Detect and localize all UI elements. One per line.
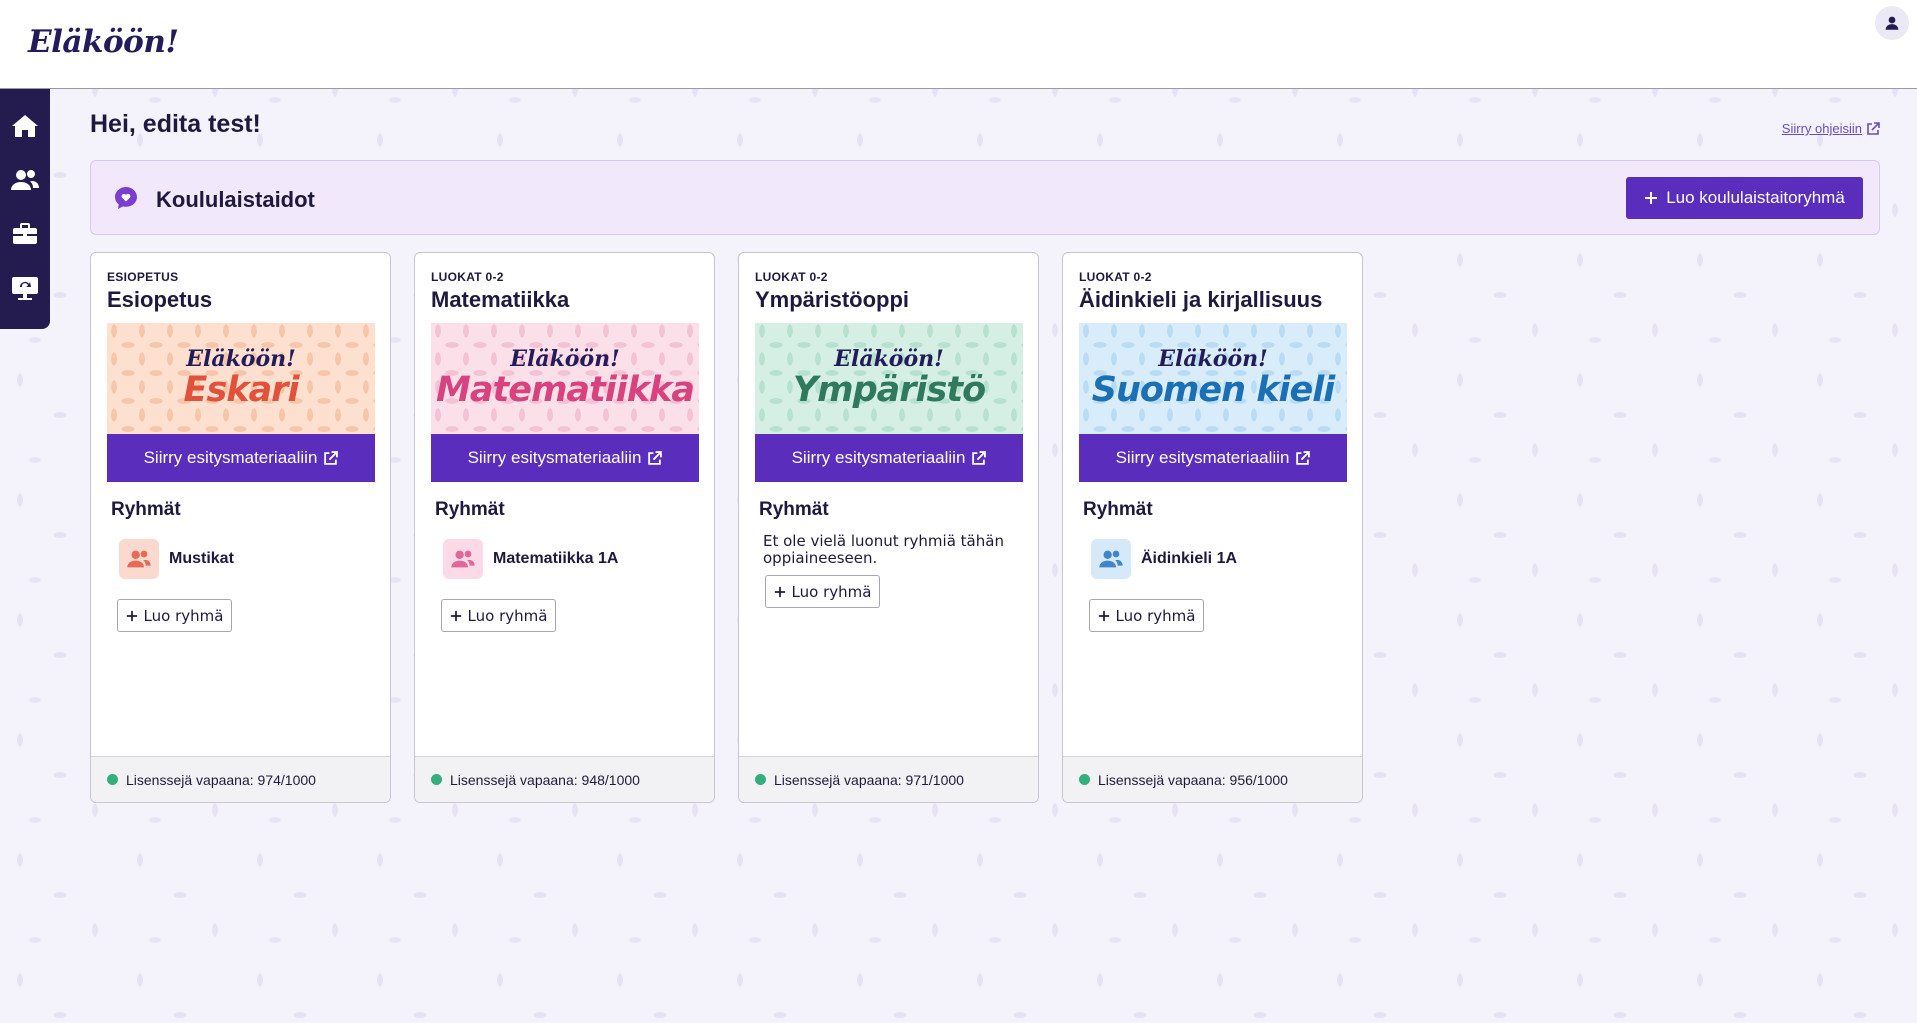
home-icon [12, 115, 38, 137]
cover-brand: Eläköön! [1158, 346, 1268, 373]
group-icon [443, 539, 483, 579]
groups-heading: Ryhmät [435, 499, 505, 520]
subject-cover-image: Eläköön! Ympäristö [755, 323, 1023, 434]
help-link-label: Siirry ohjeisiin [1781, 121, 1862, 136]
external-link-icon [324, 450, 339, 465]
open-presentation-material-label: Siirry esitysmateriaaliin [791, 448, 966, 467]
license-footer: Lisenssejä vapaana: 956/1000 [1063, 756, 1362, 802]
group-list-item[interactable]: Matematiikka 1A [443, 539, 618, 579]
license-footer: Lisenssejä vapaana: 974/1000 [91, 756, 390, 802]
license-count: Lisenssejä vapaana: 948/1000 [450, 771, 640, 788]
sidebar-nav [0, 89, 50, 329]
cover-brand: Eläköön! [834, 346, 944, 373]
external-link-icon [648, 450, 663, 465]
create-group-label: Luo ryhmä [467, 606, 548, 625]
cover-subject: Eskari [183, 370, 300, 411]
school-skills-banner: Koululaistaidot Luo koululaistaitoryhmä [90, 160, 1880, 235]
plus-icon [1645, 192, 1658, 204]
card-grade: ESIOPETUS [107, 270, 179, 284]
group-list-item[interactable]: Mustikat [119, 539, 234, 579]
plus-icon [1098, 610, 1109, 621]
external-link-icon [1296, 450, 1311, 465]
no-groups-message: Et ole vielä luonut ryhmiä tähän oppiain… [763, 532, 1004, 567]
plus-icon [450, 610, 461, 621]
license-status-dot [107, 774, 118, 785]
users-icon [11, 170, 39, 190]
license-status-dot [431, 774, 442, 785]
groups-heading: Ryhmät [1083, 499, 1153, 520]
card-grade: LUOKAT 0-2 [1079, 270, 1152, 284]
user-icon [1885, 16, 1899, 30]
sidebar-item-home[interactable] [0, 99, 50, 153]
license-count: Lisenssejä vapaana: 971/1000 [774, 771, 964, 788]
subject-card: LUOKAT 0-2 Äidinkieli ja kirjallisuus El… [1062, 252, 1363, 803]
subject-cover-image: Eläköön! Eskari [107, 323, 375, 434]
subject-card: LUOKAT 0-2 Ympäristöoppi Eläköön! Ympäri… [738, 252, 1039, 803]
create-group-button[interactable]: Luo ryhmä [117, 599, 232, 632]
external-link-icon [1867, 121, 1880, 135]
sidebar-item-groups[interactable] [0, 153, 50, 207]
page-greeting: Hei, edita test! [90, 110, 261, 138]
create-group-button[interactable]: Luo ryhmä [1089, 599, 1204, 632]
license-status-dot [1079, 774, 1090, 785]
create-school-skills-group-button[interactable]: Luo koululaistaitoryhmä [1626, 177, 1863, 219]
license-count: Lisenssejä vapaana: 956/1000 [1098, 771, 1288, 788]
plus-icon [126, 610, 137, 621]
cover-brand: Eläköön! [186, 346, 296, 373]
cover-subject: Ympäristö [792, 370, 986, 411]
sidebar-item-materials[interactable] [0, 207, 50, 261]
subject-cover-image: Eläköön! Matematiikka [431, 323, 699, 434]
cover-subject: Matematiikka [436, 370, 695, 411]
create-school-skills-group-label: Luo koululaistaitoryhmä [1666, 188, 1845, 207]
group-name: Mustikat [169, 550, 234, 567]
create-group-button[interactable]: Luo ryhmä [441, 599, 556, 632]
create-group-button[interactable]: Luo ryhmä [765, 575, 880, 608]
group-icon [1091, 539, 1131, 579]
license-footer: Lisenssejä vapaana: 971/1000 [739, 756, 1038, 802]
license-status-dot [755, 774, 766, 785]
sidebar-item-presentation[interactable] [0, 261, 50, 315]
open-presentation-material-button[interactable]: Siirry esitysmateriaaliin [755, 434, 1023, 482]
external-link-icon [972, 450, 987, 465]
subject-card: LUOKAT 0-2 Matematiikka Eläköön! Matemat… [414, 252, 715, 803]
subject-card: ESIOPETUS Esiopetus Eläköön! Eskari Siir… [90, 252, 391, 803]
card-title: Esiopetus [107, 287, 213, 312]
subject-cover-image: Eläköön! Suomen kieli [1079, 323, 1347, 434]
open-presentation-material-label: Siirry esitysmateriaaliin [1115, 448, 1290, 467]
open-presentation-material-label: Siirry esitysmateriaaliin [143, 448, 318, 467]
cover-brand: Eläköön! [510, 346, 620, 373]
create-group-label: Luo ryhmä [1115, 606, 1196, 625]
license-footer: Lisenssejä vapaana: 948/1000 [415, 756, 714, 802]
card-grade: LUOKAT 0-2 [755, 270, 828, 284]
cover-subject: Suomen kieli [1091, 370, 1335, 411]
groups-heading: Ryhmät [759, 499, 829, 520]
card-grade: LUOKAT 0-2 [431, 270, 504, 284]
open-presentation-material-label: Siirry esitysmateriaaliin [467, 448, 642, 467]
group-list-item[interactable]: Äidinkieli 1A [1091, 539, 1237, 579]
group-name: Äidinkieli 1A [1141, 550, 1238, 567]
open-presentation-material-button[interactable]: Siirry esitysmateriaaliin [1079, 434, 1347, 482]
help-link[interactable]: Siirry ohjeisiin [1782, 121, 1880, 136]
license-count: Lisenssejä vapaana: 974/1000 [126, 771, 316, 788]
open-presentation-material-button[interactable]: Siirry esitysmateriaaliin [431, 434, 699, 482]
groups-heading: Ryhmät [111, 499, 181, 520]
group-name: Matematiikka 1A [493, 550, 619, 567]
card-title: Matematiikka [431, 287, 570, 312]
card-title: Äidinkieli ja kirjallisuus [1079, 287, 1323, 312]
top-bar: Eläköön! [0, 0, 1917, 89]
open-presentation-material-button[interactable]: Siirry esitysmateriaaliin [107, 434, 375, 482]
create-group-label: Luo ryhmä [791, 582, 872, 601]
plus-icon [774, 586, 785, 597]
presentation-icon [12, 277, 38, 300]
chat-heart-icon [113, 185, 139, 216]
user-menu-button[interactable] [1875, 6, 1909, 40]
create-group-label: Luo ryhmä [143, 606, 224, 625]
banner-title: Koululaistaidot [156, 187, 315, 212]
card-title: Ympäristöoppi [755, 287, 910, 312]
briefcase-icon [13, 223, 37, 244]
app-logo[interactable]: Eläköön! [28, 24, 179, 60]
group-icon [119, 539, 159, 579]
